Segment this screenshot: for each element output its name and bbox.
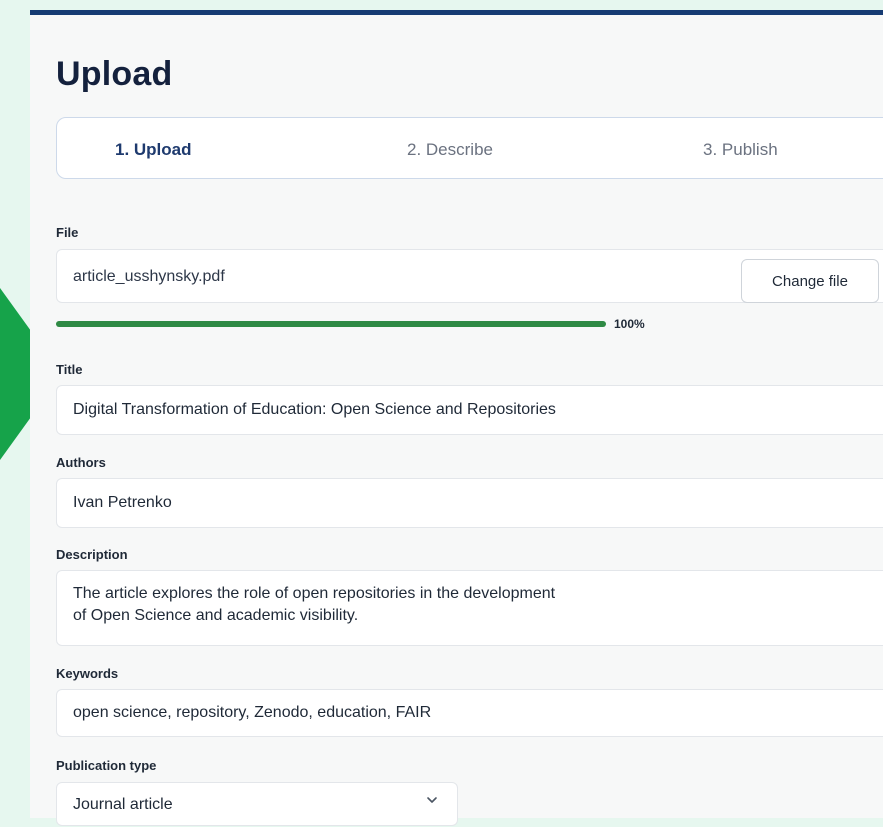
step-upload[interactable]: 1. Upload xyxy=(115,140,192,160)
keywords-label: Keywords xyxy=(56,666,119,681)
upload-progress-fill xyxy=(56,321,606,327)
description-label: Description xyxy=(56,547,128,562)
authors-label: Authors xyxy=(56,455,106,470)
publication-type-select[interactable]: Journal article xyxy=(56,782,458,826)
file-name: article_usshynsky.pdf xyxy=(73,268,225,285)
publication-type-label: Publication type xyxy=(56,758,157,773)
file-label: File xyxy=(56,225,79,240)
stepper: 1. Upload 2. Describe 3. Publish xyxy=(56,117,883,179)
upload-progress-label: 100% xyxy=(614,317,645,331)
page-title: Upload xyxy=(56,55,173,93)
change-file-button[interactable]: Change file xyxy=(741,259,879,303)
keywords-input[interactable]: open science, repository, Zenodo, educat… xyxy=(56,689,883,737)
step-publish[interactable]: 3. Publish xyxy=(703,140,778,160)
title-label: Title xyxy=(56,362,83,377)
authors-input[interactable]: Ivan Petrenko xyxy=(56,478,883,528)
step-describe[interactable]: 2. Describe xyxy=(407,140,493,160)
upload-panel: Upload 1. Upload 2. Describe 3. Publish … xyxy=(30,10,883,826)
description-textarea[interactable]: The article explores the role of open re… xyxy=(56,570,883,646)
title-input[interactable]: Digital Transformation of Education: Ope… xyxy=(56,385,883,435)
file-field: article_usshynsky.pdf Change file xyxy=(56,249,883,303)
publication-type-value: Journal article xyxy=(73,796,173,813)
chevron-down-icon xyxy=(427,797,437,803)
description-text: The article explores the role of open re… xyxy=(73,585,556,624)
upload-progress-bar xyxy=(56,321,606,327)
